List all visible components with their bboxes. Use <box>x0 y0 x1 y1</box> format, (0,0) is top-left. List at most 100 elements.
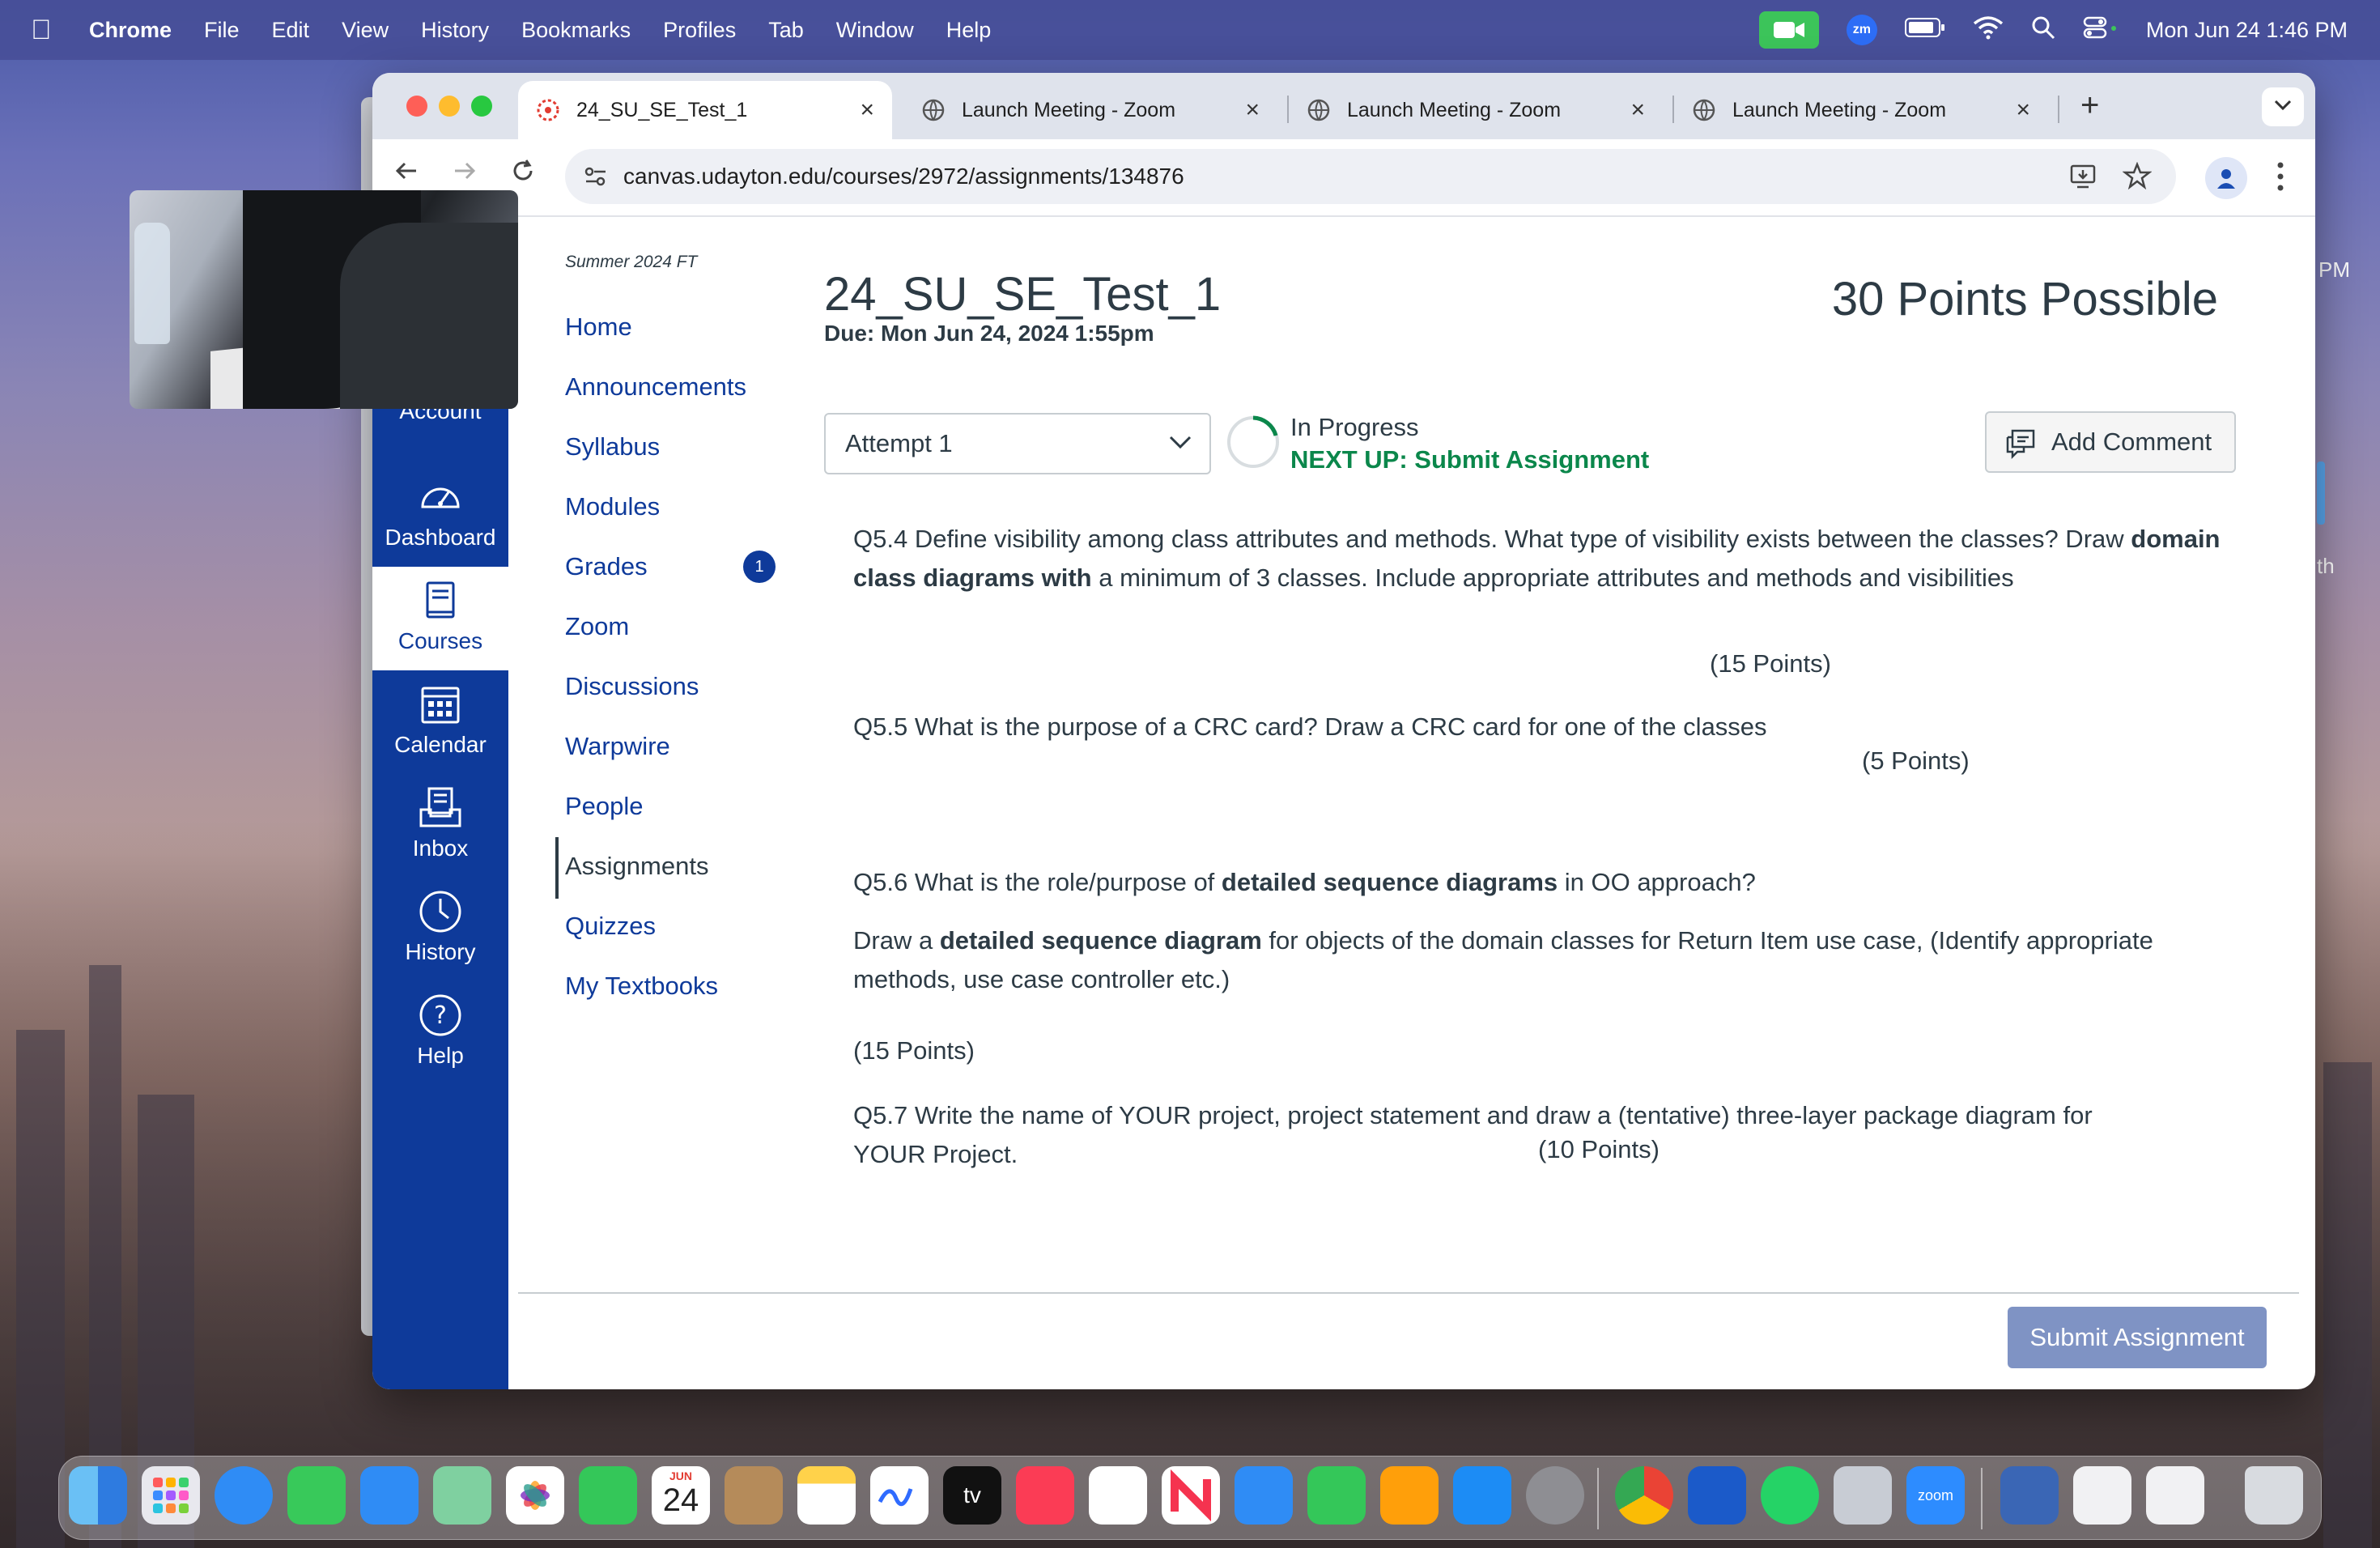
course-nav-zoom[interactable]: Zoom <box>565 612 629 641</box>
zoom-app-icon[interactable]: zoom <box>1906 1466 1965 1525</box>
control-center-icon[interactable] <box>2083 15 2119 45</box>
menu-help[interactable]: Help <box>946 18 992 43</box>
screenshot-stack-icon[interactable] <box>2146 1466 2204 1525</box>
zoom-menu-icon[interactable]: zm <box>1846 15 1877 45</box>
calendar-app-icon[interactable]: JUN 24 <box>652 1466 710 1525</box>
chrome-icon[interactable] <box>1615 1466 1673 1525</box>
close-tab-icon[interactable]: × <box>1630 96 1645 124</box>
inbox-icon <box>418 785 463 831</box>
maps-icon[interactable] <box>433 1466 491 1525</box>
site-settings-icon[interactable] <box>583 164 609 194</box>
zoom-video-status-icon[interactable] <box>1758 11 1819 49</box>
messages-icon[interactable] <box>287 1466 346 1525</box>
menu-window[interactable]: Window <box>836 18 914 43</box>
finder-icon[interactable] <box>69 1466 127 1525</box>
mail-icon[interactable] <box>360 1466 419 1525</box>
music-icon[interactable] <box>1016 1466 1074 1525</box>
minimize-window-button[interactable] <box>439 96 460 117</box>
gnav-dashboard[interactable]: Dashboard <box>372 463 508 567</box>
gnav-help[interactable]: ? Help <box>372 981 508 1085</box>
menu-edit[interactable]: Edit <box>272 18 310 43</box>
attempt-select[interactable]: Attempt 1 <box>824 413 1211 474</box>
course-nav-assignments[interactable]: Assignments <box>565 852 708 881</box>
gnav-inbox[interactable]: Inbox <box>372 774 508 878</box>
forward-arrow-icon[interactable] <box>452 157 478 191</box>
more-menu-icon[interactable] <box>2276 160 2284 197</box>
background-window-text: th <box>2317 554 2335 578</box>
numbers-icon[interactable] <box>1307 1466 1366 1525</box>
downloads-stack-icon[interactable] <box>2000 1466 2059 1525</box>
submit-assignment-button[interactable]: Submit Assignment <box>2008 1307 2267 1368</box>
close-tab-icon[interactable]: × <box>1245 96 1260 124</box>
course-nav-home[interactable]: Home <box>565 313 632 342</box>
wifi-icon[interactable] <box>1973 15 2004 45</box>
course-nav-syllabus[interactable]: Syllabus <box>565 432 660 461</box>
menu-tab[interactable]: Tab <box>768 18 804 43</box>
battery-icon[interactable] <box>1904 17 1945 44</box>
course-nav-grades[interactable]: Grades <box>565 552 648 581</box>
close-tab-icon[interactable]: × <box>2016 96 2030 124</box>
pages-icon[interactable] <box>1380 1466 1439 1525</box>
trash-icon[interactable] <box>2245 1466 2303 1525</box>
bookmark-star-icon[interactable] <box>2122 161 2153 195</box>
launchpad-icon[interactable] <box>142 1466 200 1525</box>
menu-history[interactable]: History <box>421 18 489 43</box>
profile-avatar-icon[interactable] <box>2205 157 2247 199</box>
question-5-7: Q5.7 Write the name of YOUR project, pro… <box>853 1101 2093 1168</box>
menu-view[interactable]: View <box>342 18 389 43</box>
gnav-courses[interactable]: Courses <box>372 567 508 670</box>
add-comment-button[interactable]: Add Comment <box>1985 411 2236 473</box>
app-store-icon[interactable] <box>1453 1466 1511 1525</box>
reload-icon[interactable] <box>510 157 536 191</box>
url-field[interactable]: canvas.udayton.edu/courses/2972/assignme… <box>565 149 2176 204</box>
course-nav-my-textbooks[interactable]: My Textbooks <box>565 972 718 1001</box>
tab-zoom-1[interactable]: Launch Meeting - Zoom × <box>903 81 1277 139</box>
notes-icon[interactable] <box>797 1466 856 1525</box>
course-nav-modules[interactable]: Modules <box>565 492 660 521</box>
tab-canvas-test[interactable]: 24_SU_SE_Test_1 × <box>518 81 892 139</box>
close-window-button[interactable] <box>406 96 427 117</box>
menu-bookmarks[interactable]: Bookmarks <box>521 18 631 43</box>
new-tab-icon[interactable]: + <box>2080 87 2099 124</box>
course-nav-people[interactable]: People <box>565 792 644 821</box>
tab-search-button[interactable] <box>2262 87 2304 126</box>
gnav-calendar[interactable]: Calendar <box>372 670 508 774</box>
reminders-icon[interactable] <box>1089 1466 1147 1525</box>
tab-zoom-3[interactable]: Launch Meeting - Zoom × <box>1674 81 2048 139</box>
menu-clock[interactable]: Mon Jun 24 1:46 PM <box>2146 18 2348 43</box>
system-settings-icon[interactable] <box>1526 1466 1584 1525</box>
tab-label: Launch Meeting - Zoom <box>962 98 1176 121</box>
safari-icon[interactable] <box>215 1466 273 1525</box>
course-nav-quizzes[interactable]: Quizzes <box>565 912 656 941</box>
question-text: in OO approach? <box>1558 868 1756 896</box>
apple-tv-icon[interactable]: tv <box>943 1466 1001 1525</box>
course-nav-discussions[interactable]: Discussions <box>565 672 699 701</box>
keynote-icon[interactable] <box>1235 1466 1293 1525</box>
course-nav-announcements[interactable]: Announcements <box>565 372 746 402</box>
menu-file[interactable]: File <box>204 18 240 43</box>
gnav-history[interactable]: History <box>372 878 508 981</box>
background-window-text: PM <box>2318 257 2350 282</box>
facetime-icon[interactable] <box>579 1466 637 1525</box>
tab-zoom-2[interactable]: Launch Meeting - Zoom × <box>1289 81 1663 139</box>
spotlight-search-icon[interactable] <box>2031 15 2055 45</box>
question-5-5: Q5.5 What is the purpose of a CRC card? … <box>853 712 1767 741</box>
freeform-icon[interactable] <box>870 1466 929 1525</box>
question-5-6-draw: Draw a detailed sequence diagram for obj… <box>853 921 2221 999</box>
menu-app-name[interactable]: Chrome <box>89 18 172 43</box>
news-icon[interactable] <box>1162 1466 1220 1525</box>
document-stack-icon[interactable] <box>2073 1466 2131 1525</box>
preview-icon[interactable] <box>1834 1466 1892 1525</box>
install-app-icon[interactable] <box>2069 162 2098 195</box>
zoom-window-button[interactable] <box>471 96 492 117</box>
course-nav-warpwire[interactable]: Warpwire <box>565 732 670 761</box>
menu-profiles[interactable]: Profiles <box>663 18 736 43</box>
close-tab-icon[interactable]: × <box>860 96 874 124</box>
apple-icon[interactable]:  <box>31 15 58 46</box>
word-icon[interactable] <box>1688 1466 1746 1525</box>
zoom-video-preview[interactable] <box>130 190 518 409</box>
contacts-icon[interactable] <box>725 1466 783 1525</box>
back-arrow-icon[interactable] <box>393 157 419 191</box>
whatsapp-icon[interactable] <box>1761 1466 1819 1525</box>
photos-icon[interactable] <box>506 1466 564 1525</box>
